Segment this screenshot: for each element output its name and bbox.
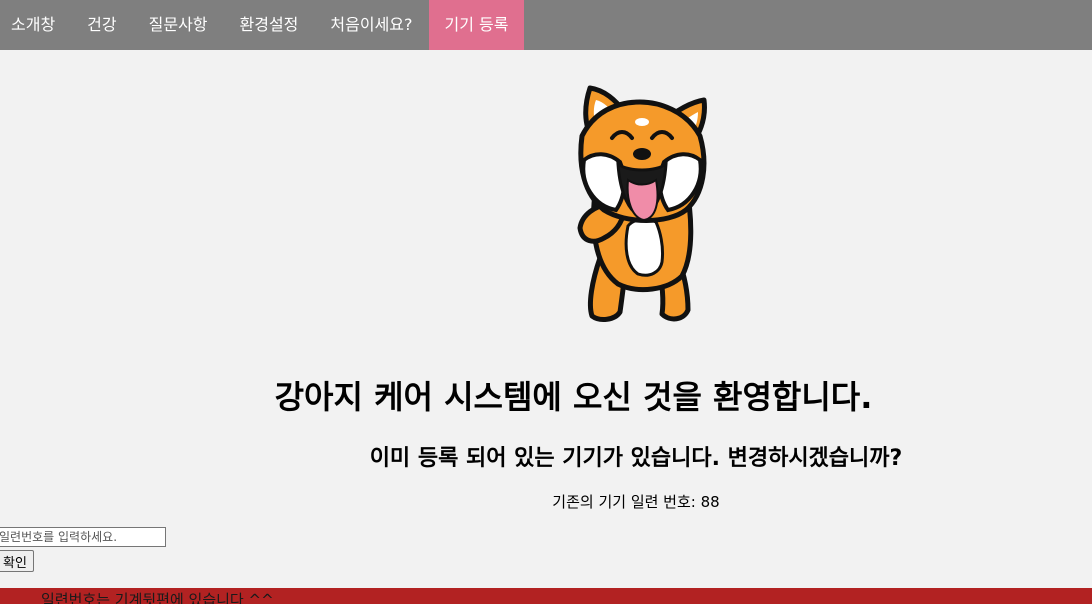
welcome-title: 강아지 케어 시스템에 오신 것을 환영합니다.	[274, 378, 873, 416]
shiba-dog-laughing-icon	[577, 85, 707, 322]
nav-item-settings[interactable]: 환경설정	[224, 0, 315, 50]
existing-serial-value: 88	[700, 493, 720, 511]
serial-number-input[interactable]	[0, 527, 166, 547]
nav-item-device-register[interactable]: 기기 등록	[428, 0, 525, 50]
existing-serial-info: 기존의 기기 일련 번호: 88	[0, 491, 1092, 512]
nav-item-intro[interactable]: 소개창	[0, 0, 71, 50]
confirm-button[interactable]: 확인	[0, 550, 34, 572]
nav-item-faq[interactable]: 질문사항	[133, 0, 224, 50]
existing-serial-label: 기존의 기기 일련 번호:	[552, 493, 696, 511]
top-navbar: 소개창 건강 질문사항 환경설정 처음이세요? 기기 등록	[0, 0, 1092, 50]
already-registered-message: 이미 등록 되어 있는 기기가 있습니다. 변경하시겠습니까?	[369, 446, 903, 471]
footer-hint-text: 일련번호는 기계뒷편에 있습니다 ^^	[41, 591, 274, 604]
footer-hint-bar: 일련번호는 기계뒷편에 있습니다 ^^	[0, 588, 1092, 604]
nav-item-first-visit[interactable]: 처음이세요?	[314, 0, 428, 50]
nav-item-health[interactable]: 건강	[71, 0, 132, 50]
